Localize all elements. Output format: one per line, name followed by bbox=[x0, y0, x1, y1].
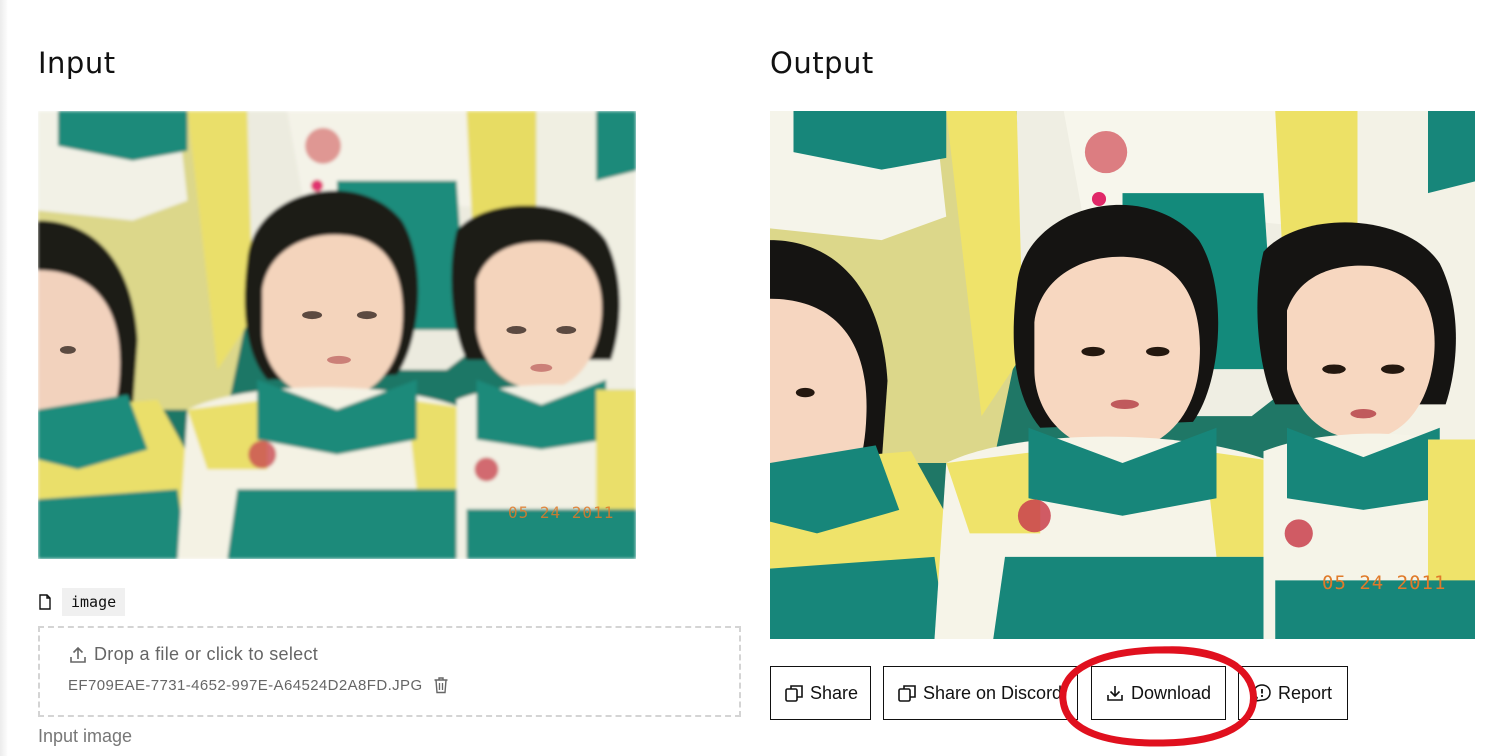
share-on-discord-button[interactable]: Share on Discord bbox=[883, 666, 1078, 720]
share-label: Share bbox=[810, 682, 859, 703]
input-date-stamp: 05 24 2011 bbox=[508, 503, 615, 522]
trash-icon[interactable] bbox=[433, 676, 449, 694]
upload-icon bbox=[70, 646, 86, 663]
input-field-label: image bbox=[38, 587, 126, 617]
copy-icon bbox=[785, 685, 803, 702]
field-name-tag: image bbox=[62, 588, 126, 616]
uploaded-filename: EF709EAE-7731-4652-997E-A64524D2A8FD.JPG bbox=[68, 676, 423, 694]
copy-icon bbox=[898, 685, 916, 702]
output-heading: Output bbox=[770, 46, 874, 80]
file-dropzone[interactable]: Drop a file or click to select EF709EAE-… bbox=[38, 626, 741, 717]
input-image bbox=[38, 111, 636, 559]
dropzone-prompt: Drop a file or click to select bbox=[94, 644, 319, 664]
alert-icon bbox=[1253, 684, 1271, 702]
input-heading: Input bbox=[38, 46, 116, 80]
output-image bbox=[770, 111, 1475, 639]
report-button[interactable]: Report bbox=[1238, 666, 1348, 720]
report-label: Report bbox=[1278, 682, 1333, 703]
output-date-stamp: 05 24 2011 bbox=[1322, 572, 1447, 594]
share-on-discord-label: Share on Discord bbox=[923, 682, 1063, 703]
download-button[interactable]: Download bbox=[1091, 666, 1226, 720]
page-left-edge bbox=[0, 0, 8, 756]
download-icon bbox=[1107, 686, 1123, 701]
input-caption: Input image bbox=[38, 726, 133, 746]
download-label: Download bbox=[1131, 682, 1212, 703]
file-icon bbox=[39, 594, 51, 610]
share-button[interactable]: Share bbox=[770, 666, 871, 720]
